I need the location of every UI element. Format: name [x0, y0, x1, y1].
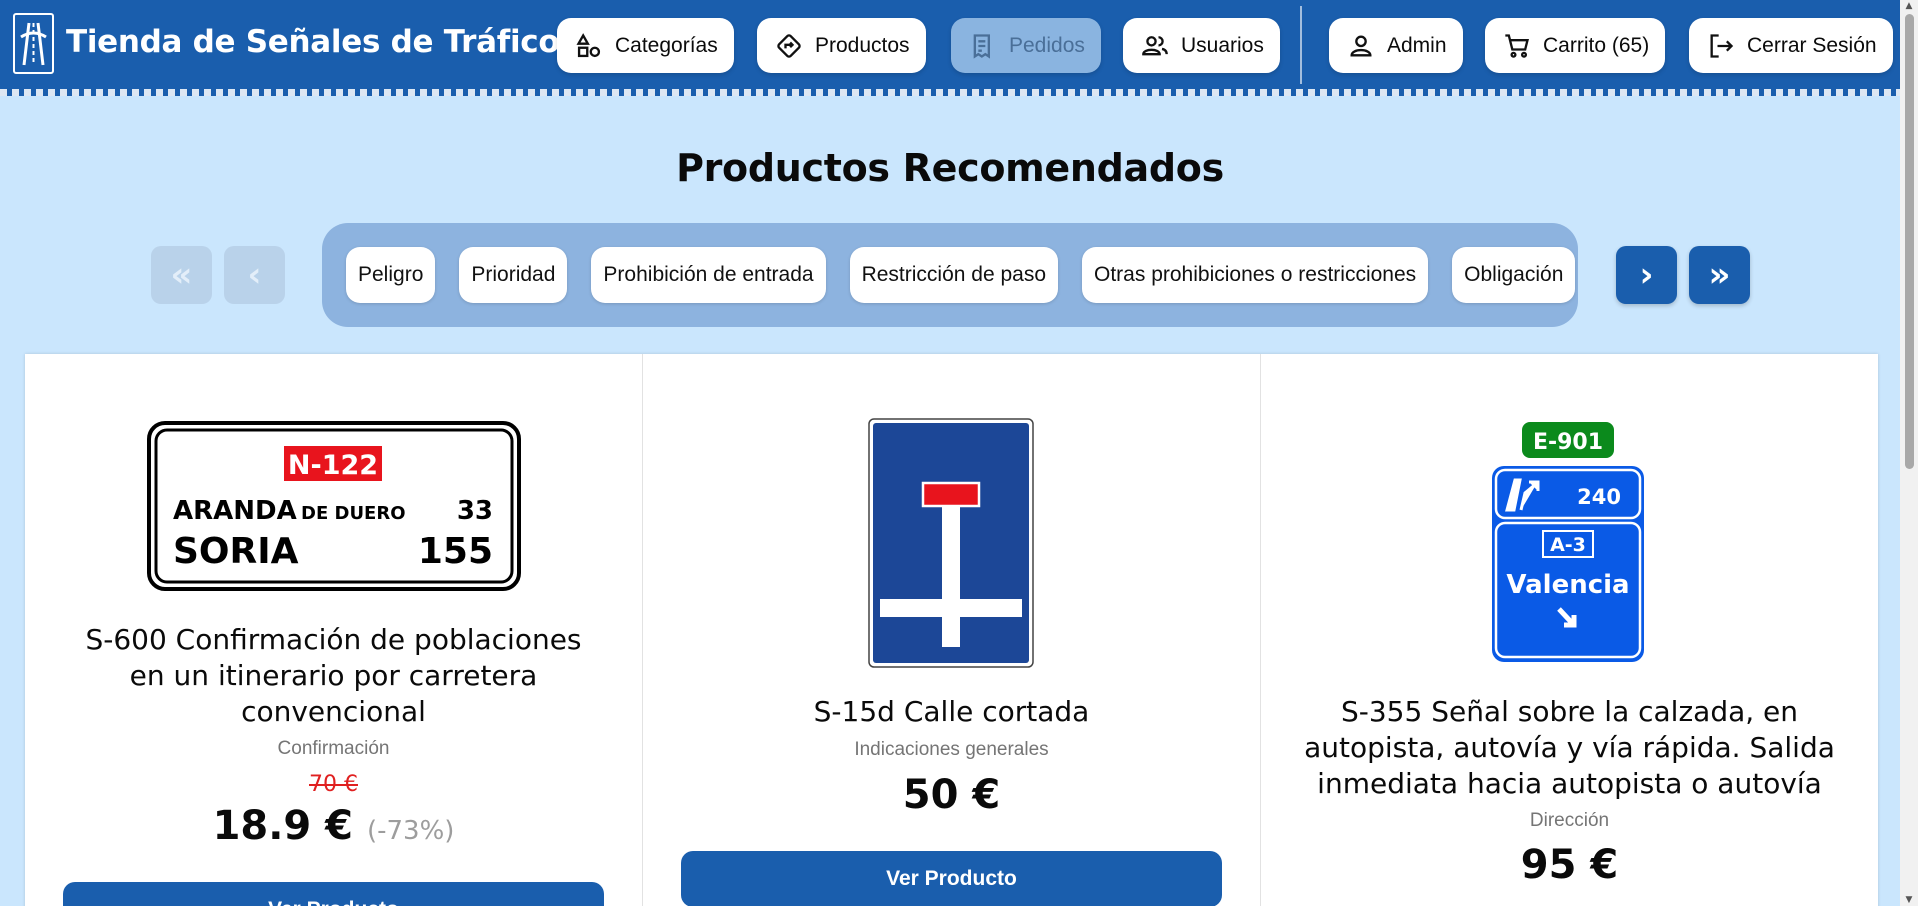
- nav-categories-button[interactable]: Categorías: [557, 18, 734, 73]
- carousel-prev-button[interactable]: ‹: [224, 246, 285, 304]
- nav-users-button[interactable]: Usuarios: [1123, 18, 1280, 73]
- view-product-button[interactable]: Ver Producto: [681, 851, 1222, 906]
- product-category: Indicaciones generales: [854, 739, 1049, 760]
- nav-orders-button[interactable]: Pedidos: [951, 18, 1101, 73]
- product-old-price: 70 €: [309, 772, 358, 797]
- person-icon: [1350, 35, 1372, 56]
- scrollbar-thumb[interactable]: [1905, 14, 1914, 469]
- product-card: E-901 240 A-3 Valencia S-355 Señal sobre…: [1261, 354, 1878, 906]
- carousel-next-button[interactable]: ›: [1616, 246, 1677, 304]
- motorway-logo-icon[interactable]: [13, 13, 54, 74]
- carousel-first-button[interactable]: «: [151, 246, 212, 304]
- sign-euroroute: E-901: [1533, 430, 1603, 455]
- sign-road-number: N-122: [288, 450, 378, 481]
- sign-road: A-3: [1550, 534, 1586, 556]
- product-price: 18.9 €: [212, 803, 354, 849]
- view-product-button[interactable]: Ver Producto: [63, 882, 604, 906]
- product-price: 95 €: [1520, 842, 1619, 888]
- product-card: N-122 ARANDA DE DUERO 33 SORIA 155 S-600…: [25, 354, 643, 906]
- sign-distance-1: 33: [457, 496, 493, 526]
- nav-orders-label: Pedidos: [1009, 33, 1085, 57]
- nav-products-button[interactable]: Productos: [757, 18, 926, 73]
- nav-users-label: Usuarios: [1181, 33, 1264, 57]
- sign-distance-2: 155: [418, 531, 493, 572]
- app-title[interactable]: Tienda de Señales de Tráfico: [66, 24, 560, 60]
- category-chip[interactable]: Peligro: [346, 247, 436, 303]
- nav-admin-button[interactable]: Admin: [1329, 18, 1463, 73]
- sign-destination: Valencia: [1506, 570, 1629, 600]
- category-chip[interactable]: Restricción de paso: [849, 247, 1059, 303]
- product-image-dead-end-sign[interactable]: [867, 417, 1035, 669]
- top-navigation-bar: Tienda de Señales de Tráfico Categorías …: [0, 0, 1900, 96]
- product-title[interactable]: S-355 Señal sobre la calzada, en autopis…: [1301, 694, 1838, 802]
- sign-destination-1: ARANDA: [173, 496, 297, 526]
- logout-icon: [1710, 33, 1734, 58]
- product-image-s600-sign[interactable]: N-122 ARANDA DE DUERO 33 SORIA 155: [147, 421, 521, 591]
- category-chip-row: Peligro Prioridad Prohibición de entrada…: [346, 247, 1576, 303]
- product-category: Dirección: [1529, 810, 1610, 831]
- shapes-icon: [576, 32, 601, 57]
- shopping-cart-icon: [1505, 33, 1529, 58]
- road-sign-icon: [777, 33, 801, 58]
- category-chip[interactable]: Prioridad: [459, 247, 568, 303]
- sign-destination-1-suffix: DE DUERO: [301, 503, 406, 524]
- nav-logout-button[interactable]: Cerrar Sesión: [1689, 18, 1893, 73]
- product-image-motorway-exit-sign[interactable]: E-901 240 A-3 Valencia: [1485, 417, 1651, 669]
- scroll-down-arrow-icon[interactable]: ▼: [1904, 896, 1914, 905]
- category-chip[interactable]: Obligación: [1452, 247, 1576, 303]
- carousel-last-button[interactable]: »: [1689, 246, 1750, 304]
- users-icon: [1142, 35, 1168, 55]
- sign-exit-number: 240: [1577, 485, 1621, 509]
- nav-logout-label: Cerrar Sesión: [1747, 33, 1877, 57]
- product-category: Confirmación: [277, 738, 390, 759]
- category-chip[interactable]: Prohibición de entrada: [591, 247, 826, 303]
- product-discount: (-73%): [366, 816, 455, 846]
- product-title[interactable]: S-15d Calle cortada: [683, 694, 1220, 730]
- category-carousel: Peligro Prioridad Prohibición de entrada…: [322, 223, 1578, 327]
- receipt-icon: [973, 33, 990, 59]
- sign-destination-2: SORIA: [173, 531, 299, 572]
- nav-admin-label: Admin: [1387, 33, 1447, 57]
- product-card: S-15d Calle cortada Indicaciones general…: [643, 354, 1261, 906]
- product-title[interactable]: S-600 Confirmación de poblaciones en un …: [65, 622, 602, 730]
- product-price-row: 18.9 € (-73%): [25, 803, 642, 849]
- nav-cart-button[interactable]: Carrito (65): [1485, 18, 1666, 73]
- product-price: 50 €: [902, 772, 1001, 818]
- section-title: Productos Recomendados: [676, 146, 1224, 190]
- nav-divider: [1300, 6, 1302, 84]
- nav-cart-label: Carrito (65): [1543, 33, 1650, 57]
- nav-categories-label: Categorías: [615, 33, 718, 57]
- scroll-up-arrow-icon[interactable]: ▲: [1904, 2, 1914, 11]
- category-chip[interactable]: Otras prohibiciones o restricciones: [1082, 247, 1429, 303]
- product-grid: N-122 ARANDA DE DUERO 33 SORIA 155 S-600…: [25, 354, 1878, 906]
- nav-products-label: Productos: [815, 33, 910, 57]
